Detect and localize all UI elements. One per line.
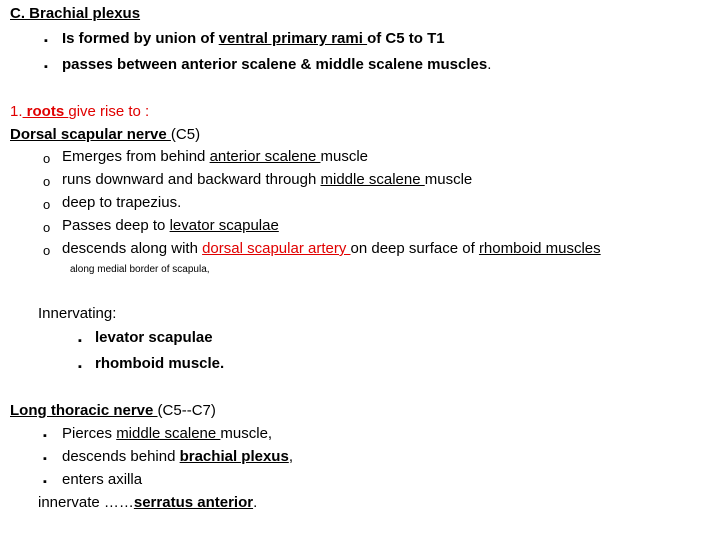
- footnote-text: along medial border of scapula,: [70, 264, 210, 275]
- lt-item-2-pre: descends behind: [62, 448, 180, 465]
- dorsal-scapular-nerve-name: Dorsal scapular nerve: [10, 126, 171, 143]
- circle-bullet-icon: o: [43, 220, 51, 235]
- square-bullet-icon: ▪: [78, 361, 82, 373]
- square-bullet-icon: ▪: [43, 430, 47, 442]
- item-5-post: on deep surface of: [350, 240, 479, 257]
- list-item: Passes deep to levator scapulae: [62, 218, 279, 233]
- long-thoracic-nerve-heading: Long thoracic nerve (C5--C7): [10, 403, 216, 418]
- dorsal-scapular-nerve-roots: (C5): [170, 126, 201, 143]
- lt-item-1-post: muscle,: [220, 425, 273, 442]
- circle-bullet-icon: o: [43, 243, 51, 258]
- item-4-emphasis: levator scapulae: [169, 217, 279, 234]
- top-bullet-item: Is formed by union of ventral primary ra…: [62, 31, 445, 46]
- roots-lead-number: 1.: [10, 103, 23, 120]
- square-bullet-icon: ▪: [43, 453, 47, 465]
- list-item: Emerges from behind anterior scalene mus…: [62, 149, 368, 164]
- top-bullet-2-post: .: [487, 56, 492, 73]
- top-bullet-1-pre: Is formed by union of: [62, 30, 219, 47]
- item-2-pre: runs downward and backward through: [62, 171, 321, 188]
- roots-lead-line: 1. roots give rise to :: [10, 104, 149, 119]
- top-bullet-1-emphasis: ventral primary rami: [218, 30, 368, 47]
- top-bullet-1-post: of C5 to T1: [367, 30, 445, 47]
- circle-bullet-icon: o: [43, 174, 51, 189]
- slide-canvas: C. Brachial plexus ▪ Is formed by union …: [0, 0, 720, 540]
- item-3-pre: deep to trapezius.: [62, 194, 182, 211]
- long-thoracic-nerve-roots: (C5--C7): [157, 402, 216, 419]
- long-thoracic-nerve-name: Long thoracic nerve: [10, 402, 158, 419]
- item-2-post: muscle: [424, 171, 473, 188]
- roots-lead-rest: give rise to :: [68, 103, 150, 120]
- innervate-final-emphasis: serratus anterior: [133, 494, 254, 511]
- innervate-final-post: .: [253, 494, 258, 511]
- item-1-pre: Emerges from behind: [62, 148, 210, 165]
- item-1-post: muscle: [320, 148, 368, 165]
- circle-bullet-icon: o: [43, 197, 51, 212]
- list-item: enters axilla: [62, 472, 142, 487]
- innervate-final-line: innervate ……serratus anterior.: [38, 495, 257, 510]
- square-bullet-icon: ▪: [44, 61, 48, 73]
- roots-lead-emphasis: roots: [22, 103, 69, 120]
- innervating-label: Innervating:: [38, 305, 117, 322]
- list-item: deep to trapezius.: [62, 195, 181, 210]
- item-4-pre: Passes deep to: [62, 217, 170, 234]
- item-2-emphasis: middle scalene: [320, 171, 425, 188]
- dorsal-scapular-nerve-heading: Dorsal scapular nerve (C5): [10, 127, 200, 142]
- lt-item-1-emphasis: middle scalene: [116, 425, 221, 442]
- square-bullet-icon: ▪: [43, 476, 47, 488]
- circle-bullet-icon: o: [43, 151, 51, 166]
- item-5-emphasis-artery: dorsal scapular artery: [202, 240, 351, 257]
- list-item: rhomboid muscle.: [95, 355, 225, 372]
- list-item: descends along with dorsal scapular arte…: [62, 241, 601, 256]
- item-1-emphasis: anterior scalene: [209, 148, 321, 165]
- list-item: runs downward and backward through middl…: [62, 172, 472, 187]
- lt-item-3-pre: enters axilla: [62, 471, 143, 488]
- list-item: levator scapulae: [95, 329, 213, 346]
- square-bullet-icon: ▪: [44, 35, 48, 47]
- list-item: Pierces middle scalene muscle,: [62, 426, 272, 441]
- top-bullet-item: passes between anterior scalene & middle…: [62, 57, 491, 72]
- list-item: descends behind brachial plexus,: [62, 449, 293, 464]
- top-bullet-2-pre: passes between anterior scalene & middle…: [62, 56, 488, 73]
- item-5-emphasis-rhomboid: rhomboid muscles: [478, 240, 601, 257]
- page-title: C. Brachial plexus: [10, 5, 141, 22]
- lt-item-2-emphasis: brachial plexus: [179, 448, 289, 465]
- lt-item-1-pre: Pierces: [62, 425, 117, 442]
- lt-item-2-post: ,: [288, 448, 293, 465]
- square-bullet-icon: ▪: [78, 335, 82, 347]
- item-5-pre: descends along with: [62, 240, 203, 257]
- innervate-final-pre: innervate ……: [38, 494, 134, 511]
